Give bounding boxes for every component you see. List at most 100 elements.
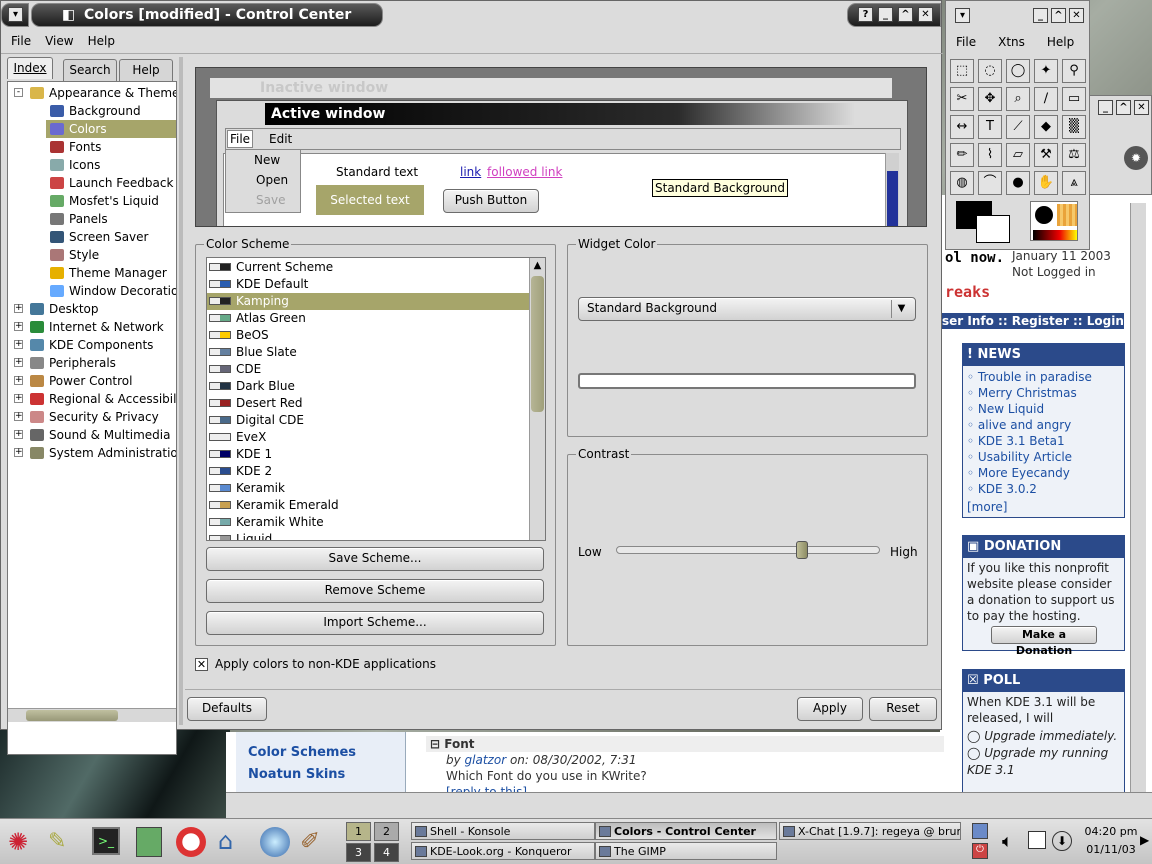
calendar-icon[interactable] <box>1028 831 1046 849</box>
import-scheme-button[interactable]: Import Scheme... <box>206 611 544 635</box>
collapse-icon[interactable]: - <box>14 88 23 97</box>
task-2[interactable]: X-Chat [1.9.7]: regeya @ brunne <box>779 822 961 840</box>
tab-search[interactable]: Search <box>63 59 117 81</box>
scheme-item[interactable]: Kamping <box>207 293 529 310</box>
gimp-tool-icon[interactable]: ✦ <box>1034 59 1058 83</box>
logout-icon[interactable]: ⏻ <box>972 843 988 859</box>
tree-item-launch-feedback[interactable]: Launch Feedback <box>8 174 176 192</box>
scheme-item[interactable]: Keramik White <box>207 514 529 531</box>
expand-icon[interactable]: + <box>14 430 23 439</box>
gimp-menu-file[interactable]: File <box>956 35 976 49</box>
tree-item-peripherals[interactable]: + Peripherals <box>8 354 176 372</box>
scheme-item[interactable]: KDE 1 <box>207 446 529 463</box>
window-menu-icon[interactable]: ▾ <box>955 8 970 23</box>
desktop-2[interactable]: 2 <box>374 822 399 841</box>
expand-icon[interactable]: + <box>14 394 23 403</box>
gimp-tool-icon[interactable]: ⌕ <box>1006 87 1030 111</box>
scheme-item[interactable]: Blue Slate <box>207 344 529 361</box>
news-item[interactable]: ◦ Usability Article <box>967 449 1120 465</box>
scheme-item[interactable]: BeOS <box>207 327 529 344</box>
window-menu-icon[interactable]: ▾ <box>8 7 23 22</box>
gimp-tool-icon[interactable]: ◆ <box>1034 115 1058 139</box>
title-bar[interactable]: ◧ Colors [modified] - Control Center <box>31 3 383 27</box>
reset-button[interactable]: Reset <box>869 697 937 721</box>
tree-item-appearance-themes[interactable]: - Appearance & Themes <box>8 84 176 102</box>
gimp-tool-icon[interactable]: ⟋ <box>1006 115 1030 139</box>
panel-hide-arrow-icon[interactable]: ▶ <box>1140 833 1149 847</box>
expand-icon[interactable]: + <box>14 322 23 331</box>
kwrite-icon[interactable] <box>136 827 162 857</box>
tree-item-mosfet-s-liquid[interactable]: Mosfet's Liquid <box>8 192 176 210</box>
tree-item-fonts[interactable]: Fonts <box>8 138 176 156</box>
news-link[interactable]: New Liquid <box>978 402 1044 416</box>
gimp-menu-xtns[interactable]: Xtns <box>998 35 1025 49</box>
home-folder-icon[interactable]: ⌂ <box>218 827 233 855</box>
expand-icon[interactable]: + <box>14 376 23 385</box>
lock-icon[interactable] <box>972 823 988 839</box>
gimp-tool-icon[interactable]: ✏ <box>950 143 974 167</box>
scheme-item[interactable]: Liquid <box>207 531 529 540</box>
remove-scheme-button[interactable]: Remove Scheme <box>206 579 544 603</box>
contrast-slider-handle[interactable] <box>795 541 808 559</box>
maximize-icon[interactable]: ^ <box>898 7 913 22</box>
gimp-tool-icon[interactable]: ▭ <box>1062 87 1086 111</box>
make-donation-button[interactable]: Make a Donation <box>991 626 1097 657</box>
tree-item-desktop[interactable]: + Desktop <box>8 300 176 318</box>
menu-file[interactable]: File <box>11 34 31 48</box>
news-item[interactable]: ◦ KDE 3.1 Beta1 <box>967 433 1120 449</box>
news-item[interactable]: ◦ Trouble in paradise <box>967 369 1120 385</box>
maximize-icon[interactable]: ^ <box>1116 100 1131 115</box>
gimp-tool-icon[interactable]: ⬚ <box>950 59 974 83</box>
download-icon[interactable]: ⬇ <box>1052 831 1072 851</box>
maximize-icon[interactable]: ^ <box>1051 8 1066 23</box>
speaker-icon[interactable]: 🔈︎ <box>1002 831 1013 852</box>
widget-color-button[interactable] <box>578 373 916 389</box>
news-item[interactable]: ◦ KDE 3.0.2 <box>967 481 1120 497</box>
scheme-item[interactable]: Digital CDE <box>207 412 529 429</box>
news-link[interactable]: Trouble in paradise <box>978 370 1092 384</box>
scheme-item[interactable]: Atlas Green <box>207 310 529 327</box>
news-item[interactable]: ◦ More Eyecandy <box>967 465 1120 481</box>
news-link[interactable]: Merry Christmas <box>978 386 1077 400</box>
scheme-item[interactable]: EveX <box>207 429 529 446</box>
scheme-item[interactable]: KDE 2 <box>207 463 529 480</box>
tree-item-kde-components[interactable]: + KDE Components <box>8 336 176 354</box>
news-link[interactable]: alive and angry <box>978 418 1071 432</box>
tree-hscrollbar[interactable] <box>8 708 176 722</box>
help-icon[interactable]: ? <box>858 7 873 22</box>
user-bar[interactable]: ser Info :: Register :: Login <box>942 313 1124 329</box>
tree-item-background[interactable]: Background <box>8 102 176 120</box>
contrast-slider[interactable] <box>616 541 880 559</box>
news-link[interactable]: KDE 3.1 Beta1 <box>978 434 1065 448</box>
gimp-tool-icon[interactable]: ✂ <box>950 87 974 111</box>
gimp-tool-icon[interactable]: ✥ <box>978 87 1002 111</box>
expand-icon[interactable]: + <box>14 304 23 313</box>
news-item[interactable]: ◦ alive and angry <box>967 417 1120 433</box>
tab-help[interactable]: Help <box>119 59 173 81</box>
expand-icon[interactable]: + <box>14 448 23 457</box>
author-link[interactable]: glatzor <box>465 753 507 767</box>
scheme-item[interactable]: Current Scheme <box>207 259 529 276</box>
web-scrollbar[interactable] <box>1130 203 1146 795</box>
close-icon[interactable]: ✕ <box>1134 100 1149 115</box>
clock[interactable]: 04:20 pm 01/11/03 <box>1082 823 1140 861</box>
scheme-item[interactable]: KDE Default <box>207 276 529 293</box>
gimp-menu-help[interactable]: Help <box>1047 35 1074 49</box>
scheme-item[interactable]: Keramik <box>207 480 529 497</box>
scheme-scrollbar[interactable]: ▲ <box>529 258 545 540</box>
expand-icon[interactable]: + <box>14 358 23 367</box>
news-more-link[interactable]: [more] <box>967 500 1007 514</box>
tree-item-style[interactable]: Style <box>8 246 176 264</box>
news-link[interactable]: More Eyecandy <box>978 466 1070 480</box>
minimize-icon[interactable]: _ <box>878 7 893 22</box>
expand-icon[interactable]: + <box>14 412 23 421</box>
konsole-icon[interactable]: >_ <box>92 827 120 855</box>
scheme-item[interactable]: Dark Blue <box>207 378 529 395</box>
poll-radio-2[interactable]: ◯ <box>967 746 984 760</box>
tree-item-colors[interactable]: Colors <box>46 120 176 138</box>
konqueror-web-icon[interactable] <box>260 827 290 857</box>
gimp-tool-icon[interactable]: ◌ <box>978 59 1002 83</box>
news-item[interactable]: ◦ Merry Christmas <box>967 385 1120 401</box>
gimp-tool-icon[interactable]: ⌒ <box>978 171 1002 195</box>
gimp-tool-icon[interactable]: ⚲ <box>1062 59 1086 83</box>
